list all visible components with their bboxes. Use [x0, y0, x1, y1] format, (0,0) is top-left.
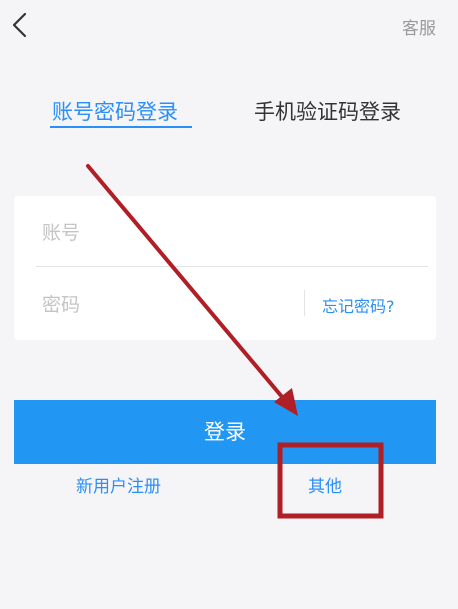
login-tabs: 账号密码登录 手机验证码登录 [0, 96, 458, 136]
forgot-divider [304, 290, 305, 316]
password-field: 忘记密码? [14, 268, 436, 338]
password-input[interactable] [40, 286, 294, 324]
tab-sms-code-login[interactable]: 手机验证码登录 [254, 96, 401, 126]
register-link[interactable]: 新用户注册 [76, 472, 161, 497]
forgot-password-link[interactable]: 忘记密码? [322, 293, 395, 317]
top-bar: 客服 [0, 0, 458, 60]
account-field [14, 196, 436, 266]
customer-service-link[interactable]: 客服 [402, 14, 436, 39]
login-button[interactable]: 登录 [14, 400, 436, 464]
account-input[interactable] [40, 214, 374, 252]
field-divider [36, 266, 428, 267]
other-login-link[interactable]: 其他 [308, 472, 342, 497]
active-tab-indicator [50, 126, 192, 128]
back-button[interactable] [8, 10, 34, 40]
tab-account-password-login[interactable]: 账号密码登录 [52, 96, 178, 126]
chevron-left-icon [12, 12, 27, 38]
login-form: 忘记密码? [14, 196, 436, 340]
